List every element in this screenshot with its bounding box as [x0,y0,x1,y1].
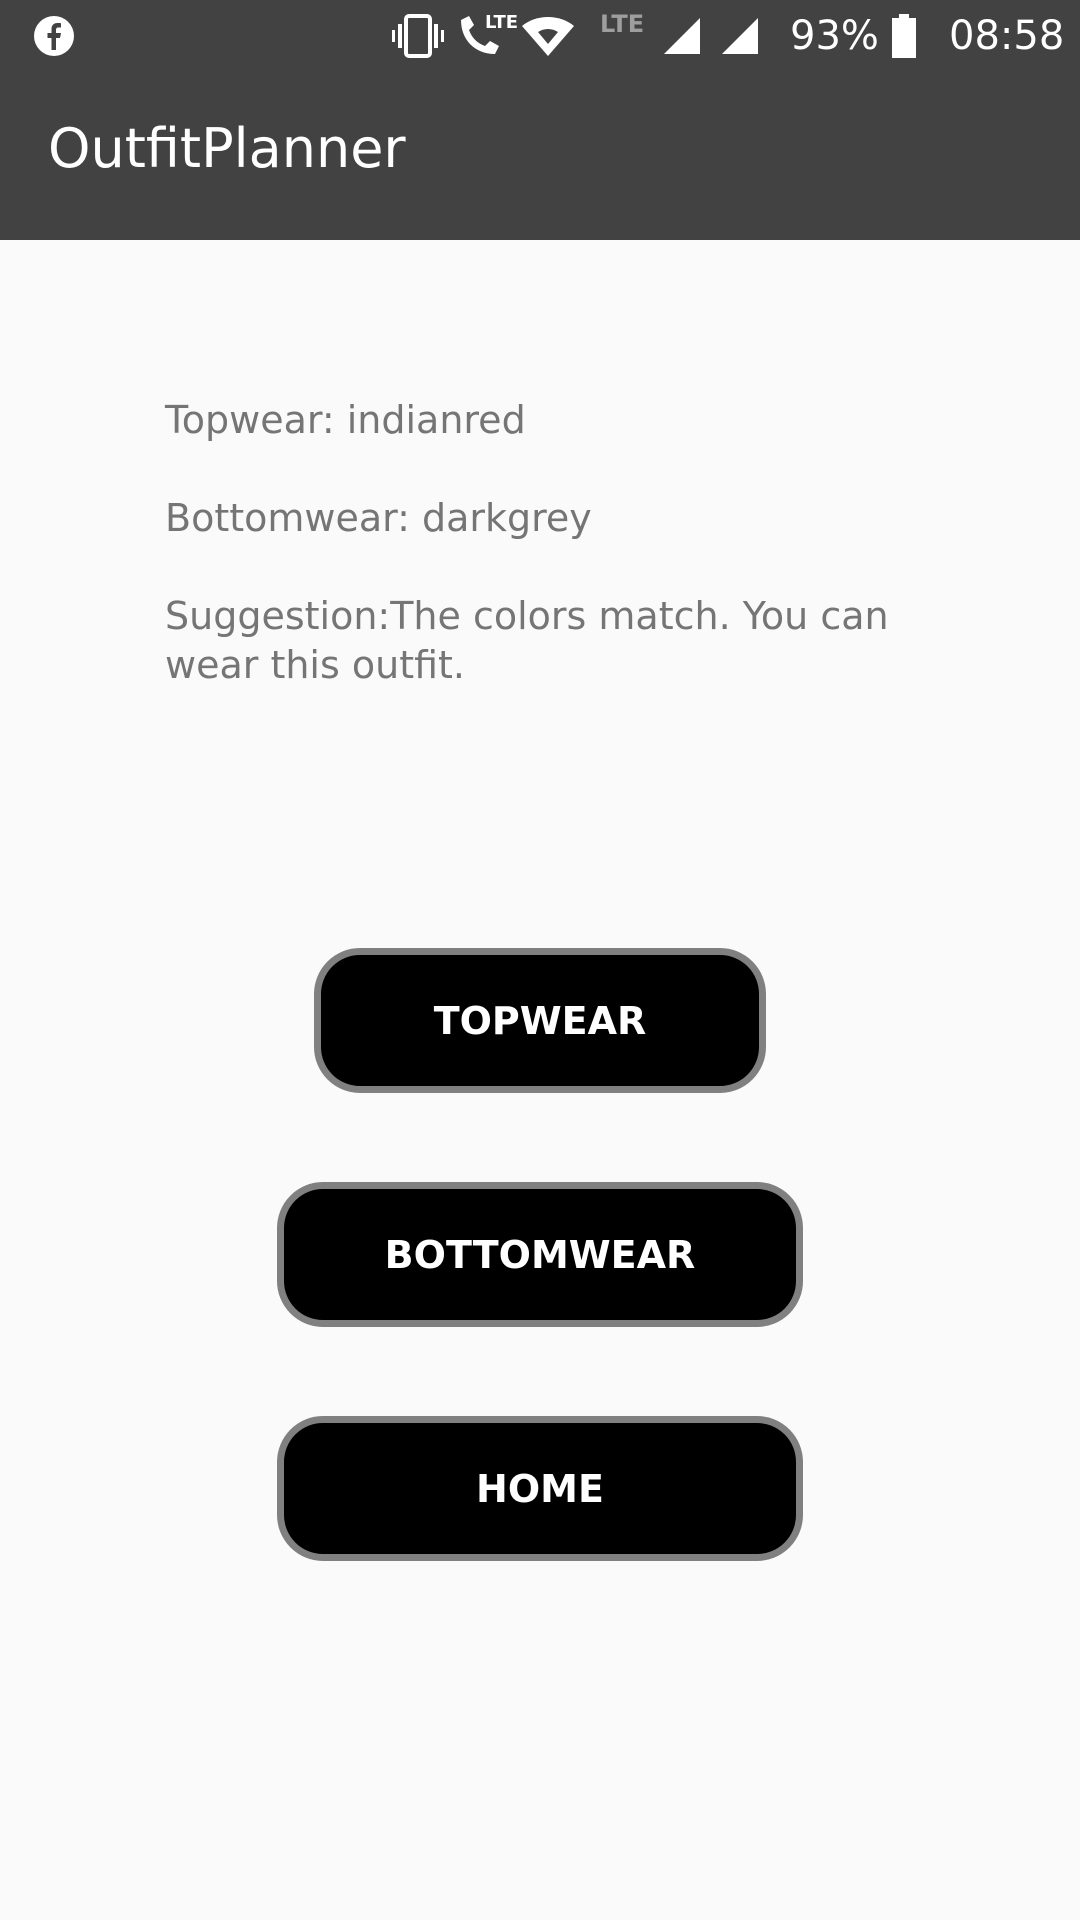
app-title: OutfitPlanner [48,117,406,180]
suggestion-text: Suggestion:The colors match. You can wea… [165,594,889,687]
lte-label: LTE [485,12,519,33]
signal-icon [662,0,702,72]
lte-small-label: LTE [600,10,645,38]
vibrate-icon [392,0,444,72]
home-button[interactable]: HOME [277,1416,803,1561]
bottomwear-button[interactable]: BOTTOMWEAR [277,1182,803,1327]
signal-icon-2 [720,0,760,72]
app-bar: OutfitPlanner [0,72,1080,240]
battery-percent: 93% [790,13,879,59]
status-bar: LTE LTE 93% 08:58 [0,0,1080,72]
outfit-info: Topwear: indianred Bottomwear: darkgrey … [165,396,925,739]
bottomwear-text: Bottomwear: darkgrey [165,496,592,540]
facebook-icon [32,0,76,72]
battery-icon [890,0,918,72]
topwear-text: Topwear: indianred [165,398,526,442]
wifi-icon [520,0,576,72]
topwear-button[interactable]: TOPWEAR [314,948,766,1093]
clock: 08:58 [949,13,1065,59]
lte-call-icon: LTE [455,0,519,72]
